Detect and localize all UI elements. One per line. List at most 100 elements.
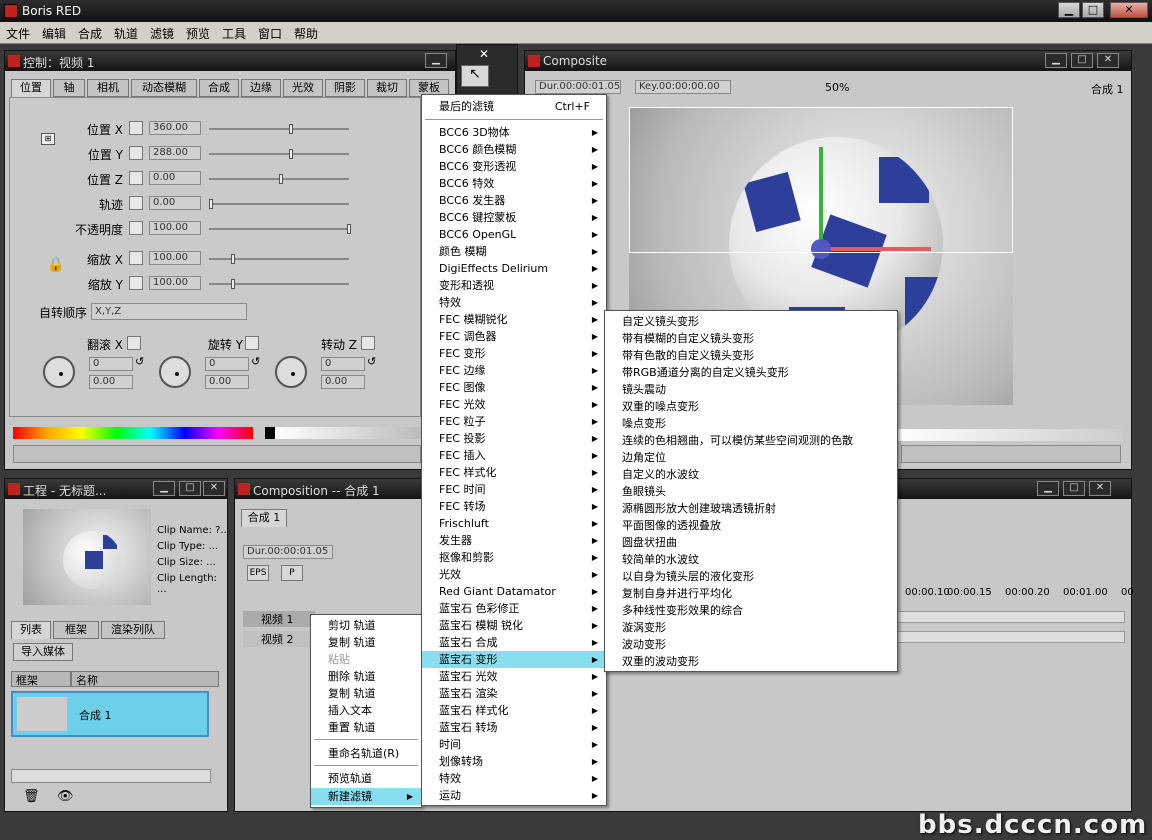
track-row[interactable]: 视频 2 [243, 631, 315, 647]
zoom-level[interactable]: 50% [825, 81, 849, 94]
track-timeline-bar[interactable] [895, 631, 1125, 643]
filter-menu-item[interactable]: 蓝宝石 变形 ▶ [422, 651, 606, 668]
filter-menu-item[interactable]: 特效 ▶ [422, 294, 606, 311]
import-media-button[interactable]: 导入媒体 [13, 643, 73, 661]
tab-edge[interactable]: 边缘 [241, 79, 281, 97]
flip-x-turns[interactable]: 0 [89, 357, 133, 371]
track-row[interactable]: 视频 1 [243, 611, 315, 627]
submenu-item[interactable]: 以自身为镜头层的液化变形 [605, 568, 897, 585]
filter-menu-item[interactable]: 蓝宝石 转场 ▶ [422, 719, 606, 736]
eps-button[interactable]: EPS [247, 565, 269, 581]
submenu-item[interactable]: 带有色散的自定义镜头变形 [605, 347, 897, 364]
trash-icon[interactable]: 🗑 [23, 789, 40, 804]
filter-menu-item[interactable]: FEC 投影 ▶ [422, 430, 606, 447]
column-name[interactable]: 名称 [71, 671, 219, 687]
tab-motion-blur[interactable]: 动态模糊 [131, 79, 197, 97]
filter-menu-item[interactable]: Frischluft ▶ [422, 515, 606, 532]
filter-menu-item[interactable]: 蓝宝石 渲染 ▶ [422, 685, 606, 702]
scale-y-field[interactable]: 100.00 [149, 276, 201, 290]
panel-minimize-button[interactable]: ▁ [1037, 481, 1059, 496]
tab-position[interactable]: 位置 [11, 79, 51, 97]
filter-menu-item[interactable]: FEC 光效 ▶ [422, 396, 606, 413]
filter-menu-item[interactable]: BCC6 键控蒙板 ▶ [422, 209, 606, 226]
filter-menu-item[interactable]: 蓝宝石 模糊 锐化 ▶ [422, 617, 606, 634]
flip-x-dial[interactable] [43, 356, 75, 388]
opacity-field[interactable]: 100.00 [149, 221, 201, 235]
column-frame[interactable]: 框架 [11, 671, 71, 687]
position-z-slider[interactable] [209, 174, 349, 184]
filter-menu-item[interactable]: DigiEffects Delirium ▶ [422, 260, 606, 277]
submenu-item[interactable]: 自定义的水波纹 [605, 466, 897, 483]
turn-z-degrees[interactable]: 0.00 [321, 375, 365, 389]
menu-window[interactable]: 窗口 [258, 25, 282, 42]
menu-item-last-filter[interactable]: 最后的滤镜 Ctrl+F [422, 98, 606, 115]
filter-menu-item[interactable]: Red Giant Datamator ▶ [422, 583, 606, 600]
p-button[interactable]: P [281, 565, 303, 581]
trajectory-field[interactable]: 0.00 [149, 196, 201, 210]
comp-selector[interactable]: 合成 1 [1091, 81, 1124, 97]
turn-z-dial[interactable] [275, 356, 307, 388]
scale-x-field[interactable]: 100.00 [149, 251, 201, 265]
scale-y-slider[interactable] [209, 279, 349, 289]
tab-shadow[interactable]: 阴影 [325, 79, 365, 97]
filter-menu-item[interactable]: FEC 调色器 ▶ [422, 328, 606, 345]
rotation-order-select[interactable]: X,Y,Z [91, 303, 247, 320]
filter-menu-item[interactable]: FEC 模糊锐化 ▶ [422, 311, 606, 328]
keyframe-checkbox[interactable] [129, 171, 143, 185]
filter-menu-item[interactable]: 运动 ▶ [422, 787, 606, 804]
submenu-item[interactable]: 带RGB通道分离的自定义镜头变形 [605, 364, 897, 381]
menu-track[interactable]: 轨道 [114, 25, 138, 42]
flip-x-degrees[interactable]: 0.00 [89, 375, 133, 389]
color-spectrum-bar[interactable] [13, 427, 253, 439]
reset-icon[interactable]: ↺ [135, 355, 144, 368]
menu-file[interactable]: 文件 [6, 25, 30, 42]
filter-menu-item[interactable]: 颜色 模糊 ▶ [422, 243, 606, 260]
menu-help[interactable]: 帮助 [294, 25, 318, 42]
keyframe-checkbox[interactable] [129, 276, 143, 290]
panel-maximize-button[interactable]: □ [1071, 53, 1093, 68]
filter-menu-item[interactable]: 蓝宝石 光效 ▶ [422, 668, 606, 685]
reset-icon[interactable]: ↺ [251, 355, 260, 368]
filter-menu-item[interactable]: BCC6 OpenGL ▶ [422, 226, 606, 243]
position-y-slider[interactable] [209, 149, 349, 159]
filter-menu-item[interactable]: 变形和透视 ▶ [422, 277, 606, 294]
submenu-item[interactable]: 平面图像的透视叠放 [605, 517, 897, 534]
filter-menu-item[interactable]: 光效 ▶ [422, 566, 606, 583]
keyframe-checkbox[interactable] [129, 251, 143, 265]
filter-menu-item[interactable]: FEC 转场 ▶ [422, 498, 606, 515]
keyframe-checkbox[interactable] [129, 121, 143, 135]
menu-composite[interactable]: 合成 [78, 25, 102, 42]
filter-menu-item[interactable]: 划像转场 ▶ [422, 753, 606, 770]
filter-menu-item[interactable]: FEC 图像 ▶ [422, 379, 606, 396]
rotate-y-turns[interactable]: 0 [205, 357, 249, 371]
filter-menu-item[interactable]: BCC6 变形透视 ▶ [422, 158, 606, 175]
filter-menu-item[interactable]: BCC6 3D物体 ▶ [422, 124, 606, 141]
turn-z-checkbox[interactable] [361, 336, 375, 350]
submenu-item[interactable]: 双重的噪点变形 [605, 398, 897, 415]
position-x-slider[interactable] [209, 124, 349, 134]
project-item[interactable]: 合成 1 [11, 691, 209, 737]
menu-edit[interactable]: 编辑 [42, 25, 66, 42]
tab-axis[interactable]: 轴 [53, 79, 85, 97]
submenu-item[interactable]: 自定义镜头变形 [605, 313, 897, 330]
minimize-button[interactable]: ▁ [1058, 2, 1080, 18]
keyframe-checkbox[interactable] [129, 196, 143, 210]
panel-minimize-button[interactable]: ▁ [1045, 53, 1067, 68]
rotate-y-checkbox[interactable] [245, 336, 259, 350]
menu-item-paste[interactable]: 粘贴 [311, 651, 421, 668]
panel-close-button[interactable]: ✕ [1089, 481, 1111, 496]
close-button[interactable]: ✕ [1110, 2, 1148, 18]
filter-menu-item[interactable]: 发生器 ▶ [422, 532, 606, 549]
timeline-scrubber[interactable] [895, 429, 1123, 441]
tab-render-queue[interactable]: 渲染列队 [101, 621, 165, 639]
tab-light[interactable]: 光效 [283, 79, 323, 97]
filter-menu-item[interactable]: 特效 ▶ [422, 770, 606, 787]
submenu-item[interactable]: 边角定位 [605, 449, 897, 466]
filter-menu-item[interactable]: FEC 变形 ▶ [422, 345, 606, 362]
gray-ramp-bar[interactable] [275, 427, 421, 439]
menu-item-insert-text[interactable]: 插入文本 [311, 702, 421, 719]
trajectory-slider[interactable] [209, 199, 349, 209]
filter-menu-item[interactable]: 蓝宝石 色彩修正 ▶ [422, 600, 606, 617]
submenu-item[interactable]: 双重的波动变形 [605, 653, 897, 670]
filter-menu-item[interactable]: FEC 粒子 ▶ [422, 413, 606, 430]
